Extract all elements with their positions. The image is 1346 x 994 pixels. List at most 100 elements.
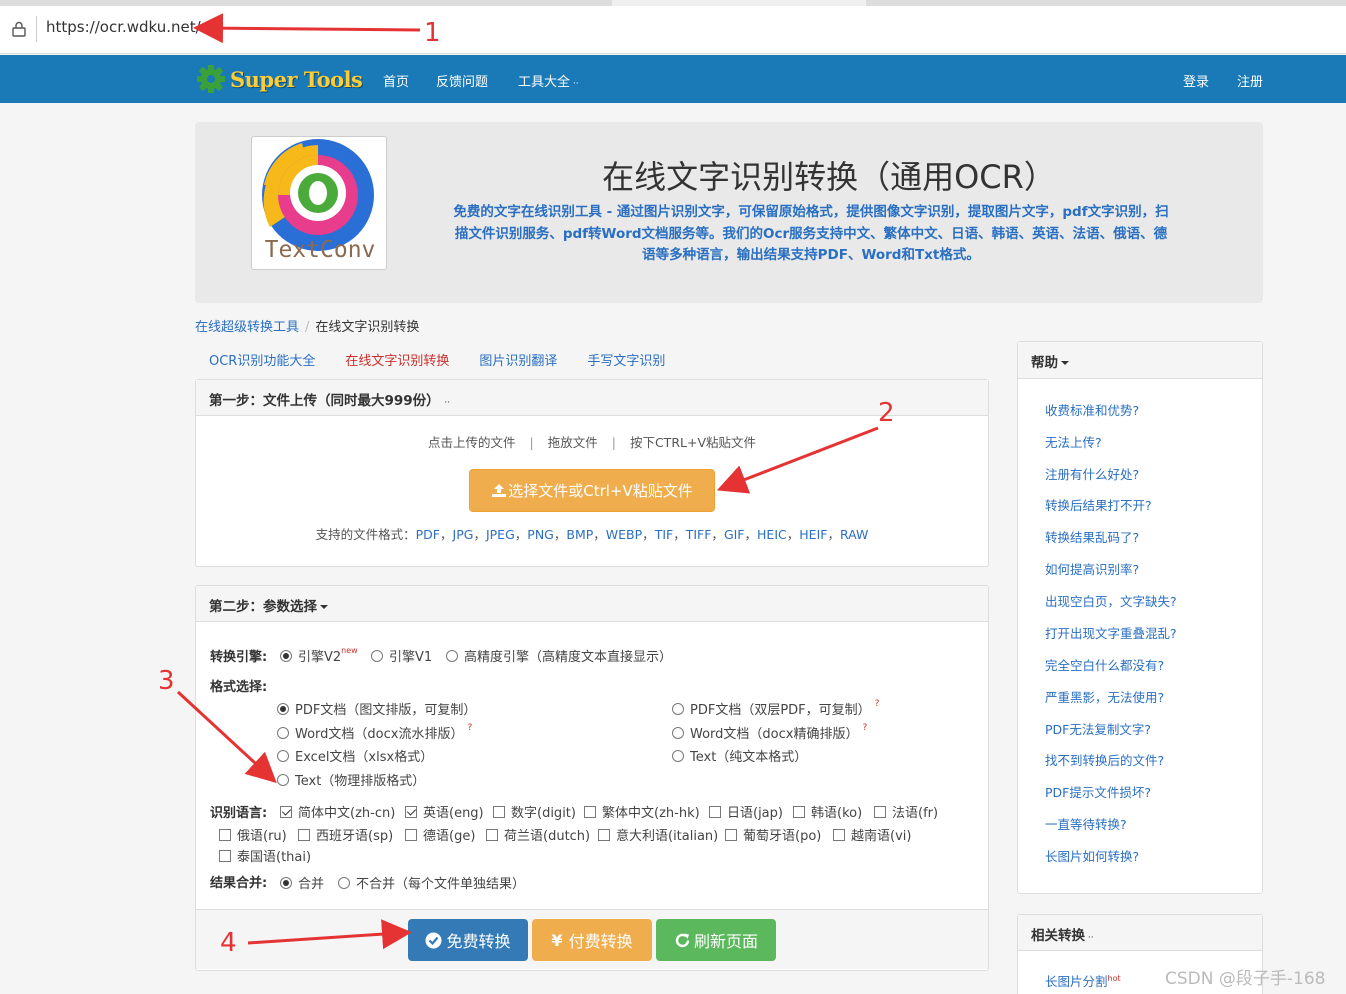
- help-link[interactable]: PDF提示文件损坏?: [1045, 782, 1151, 801]
- url-field[interactable]: https://ocr.wdku.net/: [46, 18, 201, 36]
- help-link[interactable]: 找不到转换后的文件?: [1045, 750, 1164, 769]
- lang-ko[interactable]: 韩语(ko): [793, 802, 862, 821]
- lang-po[interactable]: 葡萄牙语(po): [725, 825, 821, 844]
- help-link[interactable]: 无法上传?: [1045, 432, 1102, 451]
- lang-italian[interactable]: 意大利语(italian): [598, 825, 718, 844]
- merge-no-radio[interactable]: 不合并（每个文件单独结果）: [338, 873, 525, 892]
- annotation-label-1: 1: [424, 18, 441, 48]
- format-option-label: Text（物理排版格式）: [295, 774, 426, 789]
- refresh-page-label: 刷新页面: [693, 932, 758, 951]
- refresh-icon: [675, 933, 690, 947]
- site-logo[interactable]: Super Tools: [196, 63, 363, 95]
- lang-vi[interactable]: 越南语(vi): [833, 825, 911, 844]
- hint-click: 点击上传的文件: [427, 435, 516, 450]
- format-pdf-double[interactable]: PDF文档（双层PDF，可复制）?: [672, 699, 879, 718]
- format-pdf-layout[interactable]: PDF文档（图文排版，可复制）: [277, 699, 476, 718]
- nav-feedback[interactable]: 反馈问题: [436, 71, 488, 90]
- register-link[interactable]: 注册: [1237, 71, 1263, 90]
- lang-sp[interactable]: 西班牙语(sp): [298, 825, 393, 844]
- params-panel: 第二步：参数选择 转换引擎: 引擎V2 new 引擎V1 高精度引擎（高精度文本直…: [195, 585, 989, 971]
- lang-option-label: 日语(jap): [727, 806, 783, 821]
- help-link[interactable]: 收费标准和优势?: [1045, 400, 1139, 419]
- engine-v1-radio[interactable]: 引擎V1: [371, 646, 432, 665]
- help-question-icon[interactable]: ?: [862, 723, 867, 733]
- merge-yes-radio[interactable]: 合并: [280, 873, 324, 892]
- help-link[interactable]: 注册有什么好处?: [1045, 464, 1139, 483]
- help-link[interactable]: 严重黑影，无法使用?: [1045, 687, 1164, 706]
- radio-icon: [446, 649, 458, 662]
- upload-panel-header[interactable]: 第一步：文件上传（同时最大999份） ··: [196, 380, 988, 416]
- browser-address-bar: https://ocr.wdku.net/: [0, 0, 1346, 54]
- help-question-icon[interactable]: ?: [875, 699, 880, 709]
- params-panel-title: 第二步：参数选择: [209, 599, 317, 615]
- breadcrumb: 在线超级转换工具 / 在线文字识别转换: [195, 320, 420, 335]
- help-link[interactable]: 一直等待转换?: [1045, 814, 1127, 833]
- formats-label: 支持的文件格式：: [315, 527, 416, 542]
- radio-icon: [672, 702, 684, 715]
- related-panel-header[interactable]: 相关转换 ··: [1018, 915, 1262, 951]
- help-link[interactable]: 转换后结果打不开?: [1045, 495, 1152, 514]
- help-link[interactable]: 出现空白页，文字缺失?: [1045, 591, 1177, 610]
- related-link[interactable]: 长图片分割hot: [1045, 971, 1121, 990]
- radio-icon: [280, 649, 292, 662]
- free-convert-button[interactable]: 免费转换: [408, 919, 528, 961]
- params-panel-header[interactable]: 第二步：参数选择: [196, 586, 988, 622]
- checkbox-icon: [874, 805, 886, 818]
- format-text-physical[interactable]: Text（物理排版格式）: [277, 770, 425, 789]
- engine-hp-radio[interactable]: 高精度引擎（高精度文本直接显示）: [446, 646, 672, 665]
- format-item: PNG: [527, 527, 554, 542]
- format-option-label: Text（纯文本格式）: [690, 750, 808, 765]
- breadcrumb-home[interactable]: 在线超级转换工具: [195, 320, 299, 335]
- nav-tools-label: 工具大全: [518, 75, 571, 90]
- choose-file-button[interactable]: 选择文件或Ctrl+V粘贴文件: [469, 469, 715, 512]
- help-link[interactable]: 打开出现文字重叠混乱?: [1045, 623, 1177, 642]
- help-link[interactable]: PDF无法复制文字?: [1045, 719, 1151, 738]
- page-description: 免费的文字在线识别工具 - 通过图片识别文字，可保留原始格式，提供图像文字识别，…: [415, 202, 1207, 267]
- lang-eng[interactable]: 英语(eng): [405, 802, 484, 821]
- help-link[interactable]: 完全空白什么都没有?: [1045, 655, 1164, 674]
- tab-image-translate[interactable]: 图片识别翻译: [465, 344, 571, 374]
- lang-option-label: 意大利语(italian): [616, 829, 719, 844]
- checkbox-icon: [298, 828, 310, 841]
- lang-dutch[interactable]: 荷兰语(dutch): [486, 825, 590, 844]
- tab-handwriting[interactable]: 手写文字识别: [573, 344, 679, 374]
- login-link[interactable]: 登录: [1183, 71, 1209, 90]
- engine-v2-radio[interactable]: 引擎V2 new: [280, 646, 358, 665]
- hot-badge: hot: [1107, 974, 1121, 983]
- engine-hp-label: 高精度引擎（高精度文本直接显示）: [464, 650, 673, 665]
- nav-tools[interactable]: 工具大全 ··: [518, 71, 579, 90]
- lang-zh-cn[interactable]: 简体中文(zh-cn): [280, 802, 395, 821]
- format-word-exact[interactable]: Word文档（docx精确排版）?: [672, 723, 867, 742]
- lang-thai[interactable]: 泰国语(thai): [219, 846, 311, 865]
- checkbox-icon: [405, 805, 417, 818]
- upload-panel: 第一步：文件上传（同时最大999份） ·· 点击上传的文件 | 拖放文件 | 按下CTR…: [195, 379, 989, 567]
- checkbox-icon: [405, 828, 417, 841]
- refresh-page-button[interactable]: 刷新页面: [656, 919, 776, 961]
- help-question-icon[interactable]: ?: [467, 723, 472, 733]
- help-link[interactable]: 转换结果乱码了?: [1045, 527, 1139, 546]
- lang-option-label: 俄语(ru): [237, 829, 287, 844]
- lang-digit[interactable]: 数字(digit): [493, 802, 576, 821]
- format-word-flow[interactable]: Word文档（docx流水排版）?: [277, 723, 472, 742]
- paid-convert-button[interactable]: ¥ 付费转换: [532, 919, 652, 961]
- format-text-plain[interactable]: Text（纯文本格式）: [672, 746, 807, 765]
- upload-icon: [492, 484, 507, 497]
- lang-ge[interactable]: 德语(ge): [405, 825, 475, 844]
- lang-zh-hk[interactable]: 繁体中文(zh-hk): [584, 802, 700, 821]
- lock-icon: [12, 21, 26, 37]
- lang-jap[interactable]: 日语(jap): [709, 802, 783, 821]
- tab-online-ocr[interactable]: 在线文字识别转换: [331, 344, 463, 374]
- checkbox-icon: [219, 849, 231, 862]
- language-label: 识别语言:: [210, 806, 268, 821]
- tab-ocr-all[interactable]: OCR识别功能大全: [195, 344, 329, 374]
- lang-ru[interactable]: 俄语(ru): [219, 825, 287, 844]
- help-panel-title: 帮助: [1031, 355, 1058, 371]
- format-excel[interactable]: Excel文档（xlsx格式）: [277, 746, 433, 765]
- help-panel-header[interactable]: 帮助: [1018, 342, 1262, 379]
- lang-fr[interactable]: 法语(fr): [874, 802, 938, 821]
- radio-icon: [672, 749, 684, 762]
- nav-home[interactable]: 首页: [383, 71, 409, 90]
- checkbox-icon: [219, 828, 231, 841]
- help-link[interactable]: 长图片如何转换?: [1045, 846, 1139, 865]
- help-link[interactable]: 如何提高识别率?: [1045, 559, 1139, 578]
